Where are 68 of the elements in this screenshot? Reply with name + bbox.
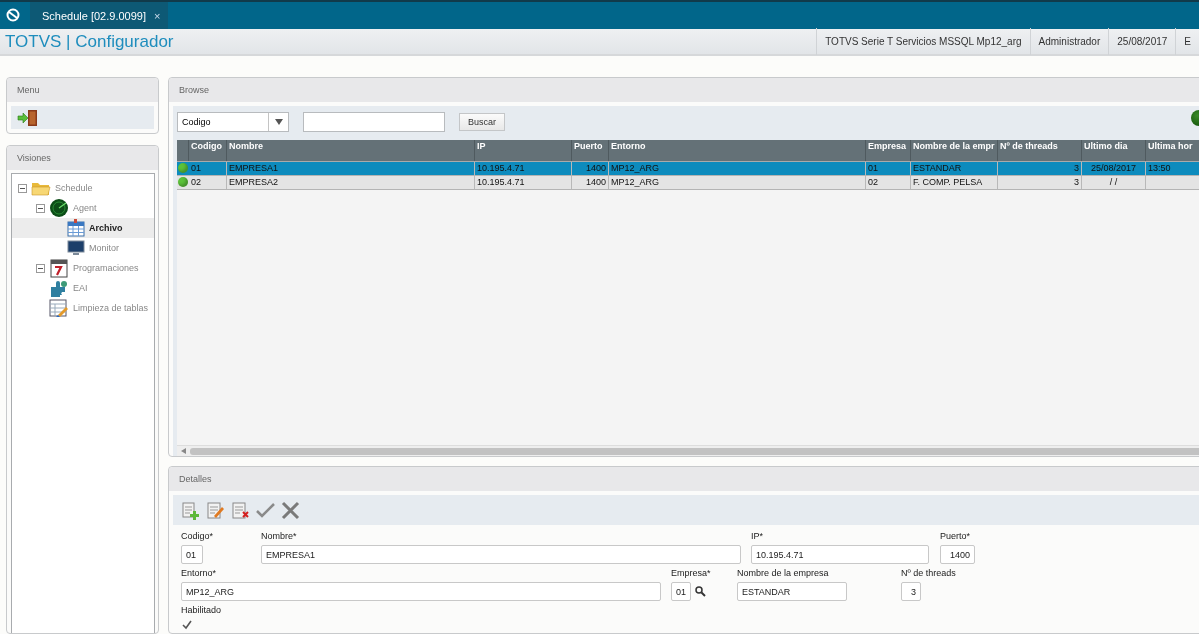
table-cell: 13:50 — [1146, 162, 1199, 175]
tree-item[interactable]: Programaciones — [12, 258, 154, 278]
tree-item[interactable]: Schedule — [12, 178, 154, 198]
table-cell: 1400 — [572, 176, 609, 189]
field-label: Nombre* — [261, 531, 298, 541]
table-cell: 01 — [189, 162, 227, 175]
tree-item[interactable]: EAI — [12, 278, 154, 298]
column-header[interactable]: Empresa — [866, 140, 911, 161]
field-label: Nº de threads — [901, 568, 957, 578]
text-field[interactable]: 10.195.4.71 — [751, 545, 929, 564]
panel-title: Browse — [179, 85, 209, 95]
table-row[interactable]: 01 EMPRESA1 10.195.4.71 1400 MP12_ARG 01 ESTANDAR 3 25/08/2017 13:50 — [177, 162, 1199, 176]
field-label: Nombre de la empresa — [737, 568, 830, 578]
column-header[interactable]: IP — [475, 140, 572, 161]
column-header[interactable]: Codigo — [189, 140, 227, 161]
header-info: Administrador — [1029, 28, 1109, 55]
text-field[interactable]: MP12_ARG — [181, 582, 661, 601]
column-header[interactable]: Nombre — [227, 140, 475, 161]
text-field[interactable]: 01 — [181, 545, 203, 564]
header-info: E — [1175, 28, 1199, 55]
table-cell: MP12_ARG — [609, 176, 866, 189]
search-by-dropdown[interactable]: Codigo — [177, 112, 289, 132]
tree-item[interactable]: Limpieza de tablas — [12, 298, 154, 318]
panel-title: Visiones — [17, 153, 51, 163]
table-cell: / / — [1082, 176, 1146, 189]
field-label: Entorno* — [181, 568, 218, 578]
column-header[interactable]: Ultima hor — [1146, 140, 1199, 161]
panel-title: Detalles — [179, 474, 212, 484]
column-header[interactable]: Nº de threads — [998, 140, 1082, 161]
field-label: Codigo* — [181, 531, 215, 541]
table-cell: 1400 — [572, 162, 609, 175]
search-button[interactable]: Buscar — [459, 113, 505, 131]
table-row[interactable]: 02 EMPRESA2 10.195.4.71 1400 MP12_ARG 02 F. COMP. PELSA 3 / / — [177, 176, 1199, 190]
table-cell: EMPRESA2 — [227, 176, 475, 189]
table-cell: 10.195.4.71 — [475, 162, 572, 175]
text-field[interactable]: 3 — [901, 582, 921, 601]
table-cell: MP12_ARG — [609, 162, 866, 175]
table-cell: ESTANDAR — [911, 162, 998, 175]
table-cell: 10.195.4.71 — [475, 176, 572, 189]
field-label: Empresa* — [671, 568, 712, 578]
field-label: Habilitado — [181, 605, 223, 615]
app-tab[interactable]: Schedule [02.9.0099] × — [30, 2, 169, 29]
app-title: TOTVS | Configurador — [4, 31, 174, 52]
text-field[interactable]: EMPRESA1 — [261, 545, 741, 564]
table-cell: EMPRESA1 — [227, 162, 475, 175]
column-header[interactable]: Entorno — [609, 140, 866, 161]
column-header[interactable]: Puerto — [572, 140, 609, 161]
table-cell: 02 — [866, 176, 911, 189]
field-label: IP* — [751, 531, 764, 541]
table-cell: 02 — [189, 176, 227, 189]
column-header[interactable]: Ultimo dia — [1082, 140, 1146, 161]
header-info: TOTVS Serie T Servicios MSSQL Mp12_arg — [816, 28, 1030, 55]
field-label: Puerto* — [940, 531, 972, 541]
text-field[interactable]: 01 — [671, 582, 691, 601]
tree-item[interactable]: Archivo — [12, 218, 154, 238]
text-field[interactable]: ESTANDAR — [737, 582, 847, 601]
table-cell: 01 — [866, 162, 911, 175]
tree-item[interactable]: Monitor — [12, 238, 154, 258]
close-icon[interactable]: × — [154, 9, 161, 22]
table-cell: F. COMP. PELSA — [911, 176, 998, 189]
table-cell: 25/08/2017 — [1082, 162, 1146, 175]
table-cell: 3 — [998, 162, 1082, 175]
header-info: 25/08/2017 — [1108, 28, 1176, 55]
table-cell: 3 — [998, 176, 1082, 189]
tree-item[interactable]: Agent — [12, 198, 154, 218]
text-field[interactable]: 1400 — [940, 545, 975, 564]
panel-title: Menu — [17, 85, 40, 95]
column-header[interactable]: Nombre de la empr — [911, 140, 998, 161]
